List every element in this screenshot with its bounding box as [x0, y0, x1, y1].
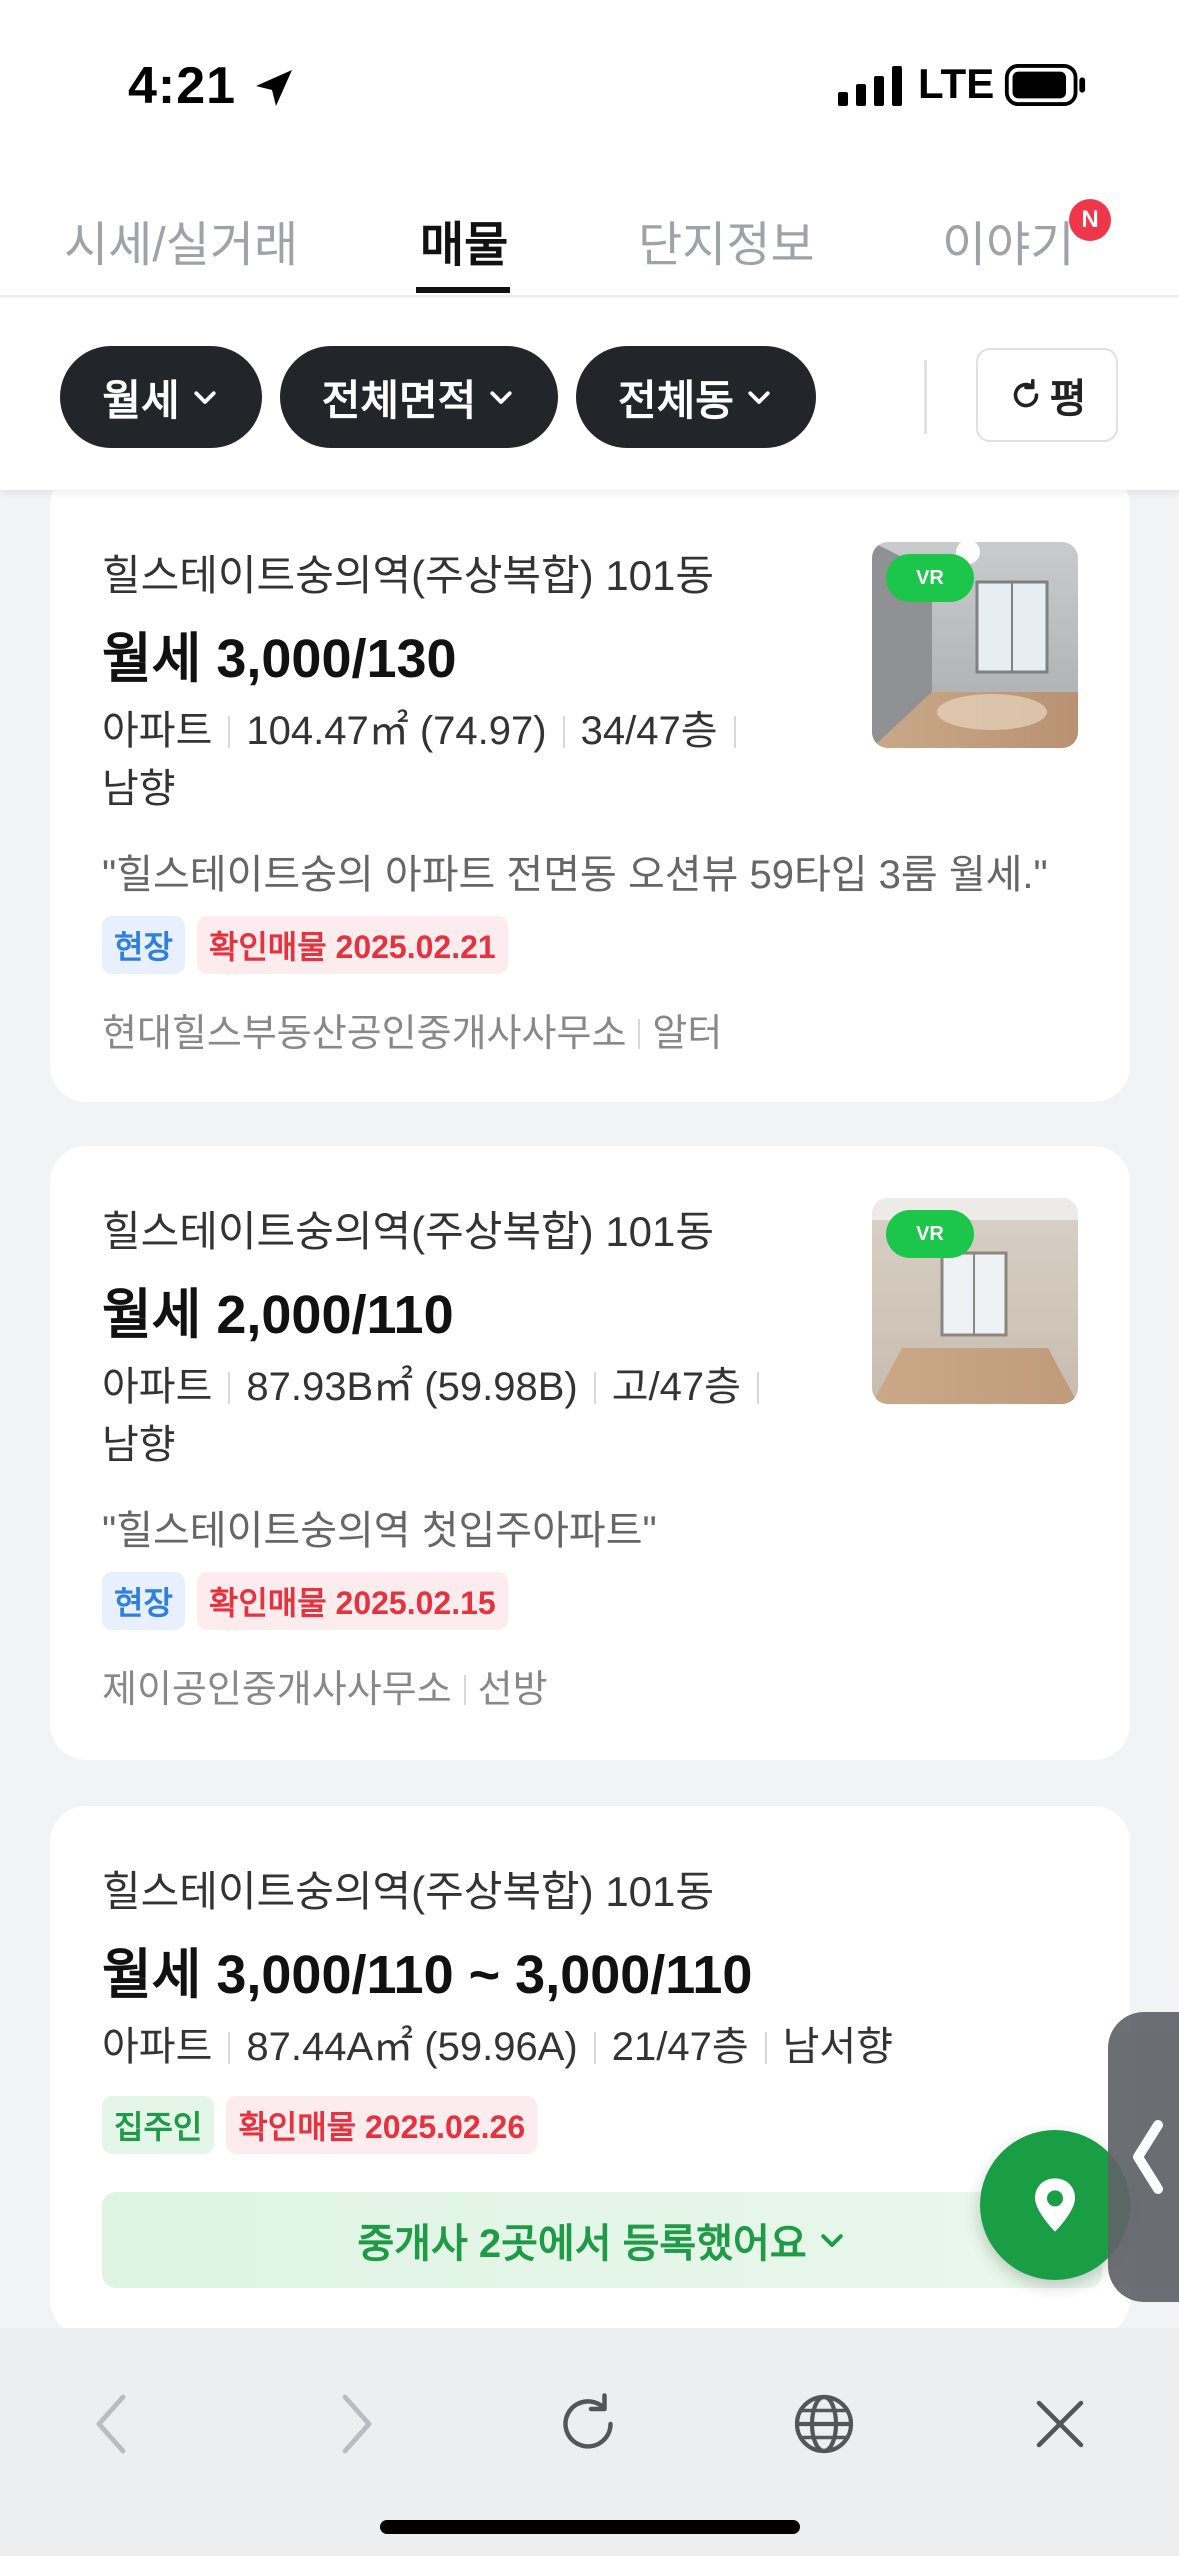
status-bar: 4:21 LTE — [0, 0, 1179, 175]
listing-direction: 남서향 — [782, 2025, 894, 2069]
network-type: LTE — [918, 60, 995, 107]
globe-icon[interactable] — [788, 2388, 860, 2460]
separator — [593, 2032, 596, 2064]
chevron-down-icon — [820, 2234, 843, 2247]
filter-label: 전체동 — [618, 376, 734, 424]
unit-toggle-button[interactable]: 평 — [976, 348, 1118, 442]
listing-area: 104.47㎡ (74.97) — [246, 709, 547, 753]
filter-area[interactable]: 전체면적 — [280, 346, 558, 448]
filter-label: 전체면적 — [321, 376, 477, 424]
chevron-down-icon — [748, 391, 770, 404]
separator — [756, 1372, 759, 1404]
forward-icon[interactable] — [318, 2388, 390, 2460]
separator — [228, 1372, 231, 1404]
vr-badge: VR — [886, 554, 974, 602]
separator — [764, 2032, 767, 2064]
listing-agent: 현대힐스부동산공인중개사사무소 알터 — [102, 1002, 722, 1057]
listing-direction: 남향 — [102, 767, 176, 811]
chevron-left-icon — [1133, 2120, 1163, 2194]
vr-label: VR — [916, 1222, 944, 1245]
agent-source: 알터 — [652, 1013, 723, 1055]
back-icon[interactable] — [78, 2388, 150, 2460]
listing-area: 87.44A㎡ (59.96A) — [246, 2025, 578, 2069]
separator — [228, 2032, 231, 2064]
listing-type: 아파트 — [102, 709, 213, 753]
separator — [562, 716, 565, 748]
vr-label: VR — [916, 566, 944, 589]
unit-label: 평 — [1049, 377, 1087, 421]
tab-complex-info[interactable]: 단지정보 — [638, 205, 815, 275]
listing-type: 아파트 — [102, 1365, 213, 1409]
location-arrow-icon — [256, 70, 292, 106]
new-badge: N — [1069, 199, 1111, 241]
verified-badge: 확인매물 2025.02.26 — [226, 2096, 538, 2154]
browser-toolbar — [0, 2328, 1179, 2556]
vr-badge: VR — [886, 1210, 974, 1258]
source-badge: 집주인 — [102, 2096, 215, 2154]
listing-title: 힐스테이트숭의역(주상복합) 101동 — [102, 1868, 715, 1915]
agent-name: 제이공인중개사사무소 — [102, 1669, 452, 1711]
listing-floor: 고/47층 — [611, 1365, 741, 1409]
listing-meta: 아파트 104.47㎡ (74.97) 34/47층남향 — [102, 702, 822, 818]
chevron-down-icon — [490, 391, 512, 404]
side-panel-handle[interactable] — [1108, 2012, 1179, 2302]
listing-direction: 남향 — [102, 1423, 176, 1467]
tab-community[interactable]: 이야기 — [942, 205, 1074, 275]
filter-building[interactable]: 전체동 — [576, 346, 816, 448]
listing-type: 아파트 — [102, 2025, 213, 2069]
listing-agent: 제이공인중개사사무소 선방 — [102, 1658, 548, 1713]
listing-card[interactable]: 힐스테이트숭의역(주상복합) 101동 월세 3,000/110 ~ 3,000… — [50, 1806, 1130, 2336]
listing-badges: 현장 확인매물 2025.02.21 — [102, 916, 508, 974]
tab-price-history[interactable]: 시세/실거래 — [64, 205, 298, 275]
listing-description: "힐스테이트숭의 아파트 전면동 오션뷰 59타입 3룸 월세." — [102, 853, 1048, 897]
home-indicator — [380, 2520, 800, 2534]
separator — [593, 1372, 596, 1404]
listing-title: 힐스테이트숭의역(주상복합) 101동 — [102, 552, 715, 599]
tab-listings[interactable]: 매물 — [420, 205, 508, 275]
filter-divider — [924, 360, 927, 434]
separator — [733, 716, 736, 748]
listing-price: 월세 2,000/110 — [102, 1285, 454, 1345]
listing-photo[interactable]: VR — [872, 1198, 1078, 1404]
map-pin-icon — [1035, 2178, 1075, 2232]
status-time: 4:21 — [128, 57, 237, 115]
verified-badge: 확인매물 2025.02.15 — [196, 1572, 508, 1630]
listing-floor: 21/47층 — [611, 2025, 749, 2069]
refresh-icon — [1013, 378, 1038, 408]
listing-badges: 현장 확인매물 2025.02.15 — [102, 1572, 508, 1630]
listing-area: 87.93B㎡ (59.98B) — [246, 1365, 578, 1409]
source-badge: 현장 — [102, 916, 185, 974]
listing-price: 월세 3,000/130 — [102, 629, 457, 689]
agent-source: 선방 — [477, 1669, 548, 1711]
listing-price: 월세 3,000/110 ~ 3,000/110 — [102, 1945, 753, 2005]
cellular-signal-icon — [838, 66, 902, 106]
listing-card[interactable]: 힐스테이트숭의역(주상복합) 101동 월세 3,000/130 아파트 104.… — [50, 470, 1130, 1102]
verified-badge: 확인매물 2025.02.21 — [196, 916, 508, 974]
close-icon[interactable] — [1024, 2388, 1096, 2460]
listing-card[interactable]: 힐스테이트숭의역(주상복합) 101동 월세 2,000/110 아파트 87.9… — [50, 1146, 1130, 1760]
filter-bar: 월세 전체면적 전체동 평 — [0, 298, 1179, 490]
brokers-expand-button[interactable]: 중개사 2곳에서 등록했어요 — [102, 2192, 1102, 2288]
filter-label: 월세 — [102, 376, 180, 424]
battery-icon — [1004, 64, 1086, 106]
listing-meta: 아파트 87.93B㎡ (59.98B) 고/47층남향 — [102, 1358, 822, 1474]
reload-icon[interactable] — [552, 2388, 624, 2460]
listing-description: "힐스테이트숭의역 첫입주아파트" — [102, 1509, 657, 1553]
active-tab-indicator — [416, 287, 510, 293]
filter-rent-type[interactable]: 월세 — [60, 346, 262, 448]
listing-meta: 아파트 87.44A㎡ (59.96A) 21/47층 남서향 — [102, 2018, 1102, 2076]
separator — [228, 716, 231, 748]
listing-title: 힐스테이트숭의역(주상복합) 101동 — [102, 1208, 715, 1255]
chevron-down-icon — [194, 391, 216, 404]
agent-name: 현대힐스부동산공인중개사사무소 — [102, 1013, 627, 1055]
source-badge: 현장 — [102, 1572, 185, 1630]
brokers-label: 중개사 2곳에서 등록했어요 — [357, 2222, 807, 2266]
separator — [463, 1675, 466, 1705]
tab-bar: 시세/실거래 매물 단지정보 이야기 N — [0, 175, 1179, 297]
listing-photo[interactable]: VR — [872, 542, 1078, 748]
separator — [638, 1019, 641, 1049]
listing-badges: 집주인 확인매물 2025.02.26 — [102, 2096, 538, 2154]
listing-floor: 34/47층 — [580, 709, 718, 753]
